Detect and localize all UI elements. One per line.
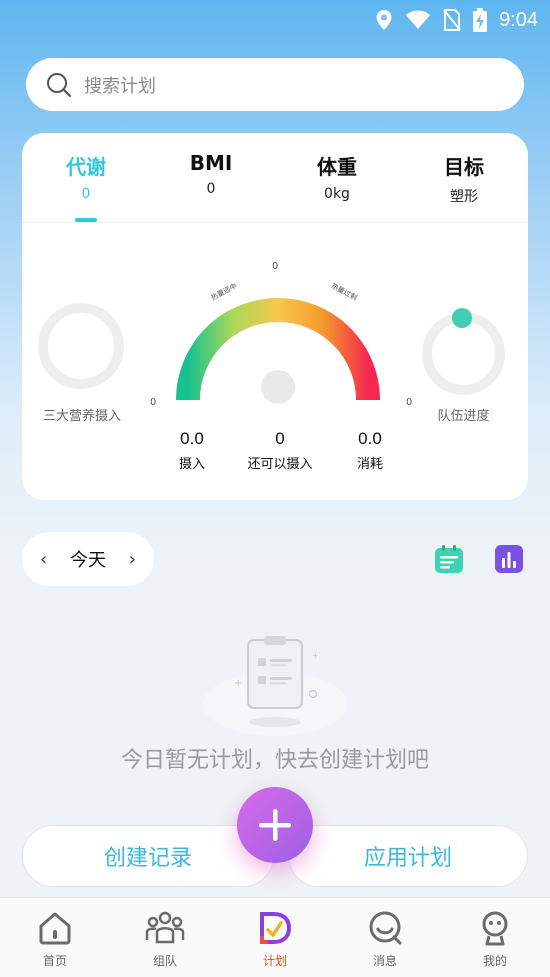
stat-burned: 0.0 消耗 [348, 429, 392, 472]
tab-metabolism[interactable]: 代谢 0 [26, 151, 146, 202]
plan-icon [260, 912, 292, 944]
svg-text:+: + [234, 678, 242, 689]
create-record-button[interactable]: 创建记录 [22, 825, 274, 887]
gauge-top-value: 0 [272, 261, 279, 272]
metric-tabs: 代谢 0 BMI 0 体重 0kg 目标 塑形 [22, 133, 528, 223]
gauge-right-value: 0 [406, 397, 413, 408]
search-icon [47, 72, 72, 97]
team-icon [145, 911, 185, 944]
nav-label: 组队 [152, 954, 177, 968]
nav-label: 计划 [262, 954, 287, 968]
stat-intake: 0.0 摄入 [170, 429, 214, 472]
status-icons: 9:04 [375, 6, 538, 34]
calendar-icon[interactable] [434, 544, 464, 574]
search-input[interactable]: 搜索计划 [26, 58, 524, 111]
date-label[interactable]: 今天 [70, 546, 106, 572]
home-icon [39, 912, 71, 945]
add-button[interactable] [237, 787, 313, 863]
plus-icon [259, 809, 291, 841]
stat-value: 0 [275, 429, 285, 448]
tab-indicator [75, 218, 97, 222]
nav-label: 我的 [482, 954, 507, 968]
empty-clipboard-icon: + + [203, 636, 347, 736]
prev-day-button[interactable]: ‹ [40, 549, 47, 570]
nav-item-messages[interactable]: 消息 [345, 910, 425, 969]
nav-item-team[interactable]: 组队 [125, 910, 205, 969]
battery-charging-icon [473, 8, 488, 32]
progress-dot [452, 308, 472, 328]
tab-value: 塑形 [450, 189, 478, 205]
stat-remaining: 0 还可以摄入 [238, 429, 322, 472]
nutrition-caption: 三大营养摄入 [42, 409, 121, 424]
metrics-card: 代谢 0 BMI 0 体重 0kg 目标 塑形 三大营养摄入 0 0 0 热量适… [22, 133, 528, 500]
stat-value: 0.0 [358, 429, 382, 448]
tab-bmi[interactable]: BMI 0 [151, 151, 271, 197]
location-icon [376, 10, 392, 30]
search-placeholder: 搜索计划 [84, 75, 156, 97]
stat-label: 消耗 [356, 457, 383, 472]
status-time: 9:04 [499, 8, 538, 31]
profile-icon [482, 911, 508, 946]
stat-label: 摄入 [178, 457, 205, 472]
tab-label: 体重 [317, 155, 357, 179]
wifi-icon [406, 10, 431, 29]
tab-label: BMI [189, 151, 233, 175]
bottom-nav: 首页 组队 计划 消息 我的 [0, 897, 550, 977]
next-day-button[interactable]: › [129, 549, 136, 570]
calorie-gauge: 0 0 0 热量适中 热量过剩 [150, 255, 412, 415]
nutrition-ring[interactable] [38, 303, 124, 389]
stat-label: 还可以摄入 [247, 457, 313, 472]
apply-plan-button[interactable]: 应用计划 [288, 825, 528, 887]
chart-icon[interactable] [494, 544, 524, 574]
tab-value: 0 [81, 186, 91, 202]
svg-text:+: + [312, 651, 319, 660]
stat-value: 0.0 [180, 429, 204, 448]
gauge-arc [176, 298, 380, 404]
nav-item-home[interactable]: 首页 [15, 910, 95, 969]
nav-label: 消息 [372, 954, 397, 968]
nav-item-plan[interactable]: 计划 [235, 910, 315, 969]
empty-state-text: 今日暂无计划，快去创建计划吧 [120, 748, 429, 773]
tab-label: 代谢 [66, 155, 106, 179]
tab-label: 目标 [444, 155, 484, 179]
tab-weight[interactable]: 体重 0kg [277, 151, 397, 202]
no-sim-icon [443, 9, 461, 31]
tab-goal[interactable]: 目标 塑形 [404, 151, 524, 206]
date-selector: ‹ 今天 › [22, 532, 154, 586]
team-progress-caption: 队伍进度 [437, 409, 490, 424]
message-icon [369, 911, 402, 945]
tab-value: 0kg [324, 186, 350, 202]
tab-value: 0 [206, 181, 216, 197]
nav-label: 首页 [42, 954, 67, 968]
status-bar: 9:04 [0, 0, 550, 40]
nav-item-profile[interactable]: 我的 [455, 910, 535, 969]
gauge-left-value: 0 [150, 397, 157, 408]
